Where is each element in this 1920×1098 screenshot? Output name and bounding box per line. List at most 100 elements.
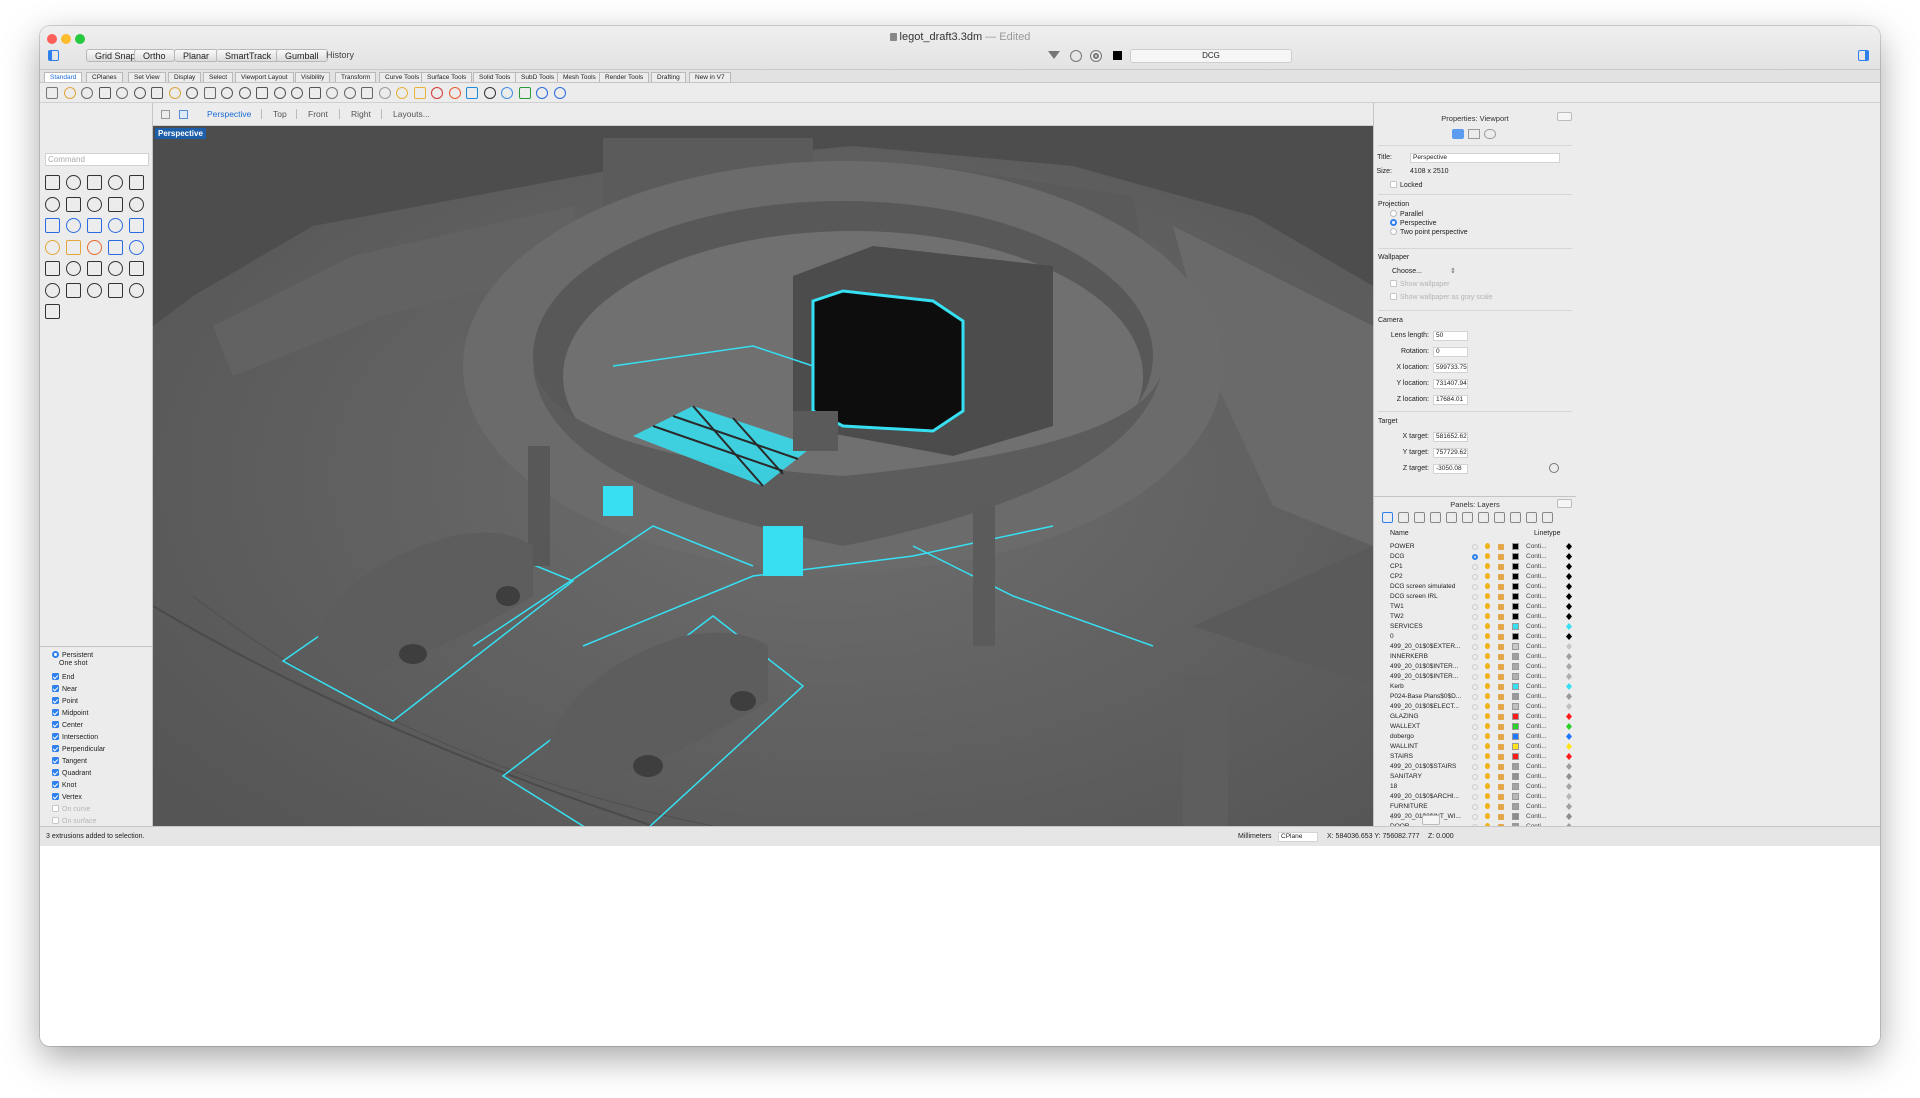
tab-cplanes[interactable]: CPlanes [86,72,123,82]
lens-length-field[interactable]: 50 [1433,331,1468,341]
material-swatch[interactable] [1566,773,1572,780]
scale-icon[interactable] [87,282,102,298]
join-icon[interactable] [108,261,123,276]
cylinder-icon[interactable] [108,218,123,233]
visibility-bulb-icon[interactable] [1485,763,1490,769]
lock-icon[interactable] [1498,574,1504,580]
visibility-bulb-icon[interactable] [1485,583,1490,589]
boolean-union-icon[interactable] [129,239,144,255]
tab-select[interactable]: Select [203,72,234,82]
osnap-toggle[interactable] [52,733,59,740]
layer-row[interactable]: 499_20_01$0$ELECT... Conti... [1374,702,1576,712]
osnap-toggle[interactable] [52,721,59,728]
material-swatch[interactable] [1566,703,1572,710]
paste-icon[interactable] [168,87,181,99]
layer-row[interactable]: FURNITURE Conti... [1374,802,1576,812]
linetype-select[interactable]: Conti... [1526,693,1547,700]
osnap-vertex[interactable]: Vertex [52,793,82,801]
viewport-tab-right[interactable]: Right [351,109,371,119]
rotation-field[interactable]: 0 [1433,347,1468,357]
planar-button[interactable]: Planar [174,49,219,62]
current-layer-radio[interactable] [1472,794,1478,800]
lock-icon[interactable] [1498,684,1504,690]
four-view-icon[interactable] [308,87,321,99]
show-wallpaper-checkbox[interactable]: Show wallpaper [1390,280,1449,288]
parallel-radio[interactable]: Parallel [1390,210,1423,218]
box-edit-icon[interactable] [87,196,102,212]
layer-row[interactable]: INNERKERB Conti... [1374,652,1576,662]
layer-row[interactable]: 499_20_01$0$ARCHI... Conti... [1374,792,1576,802]
linetype-select[interactable]: Conti... [1526,713,1547,720]
layer-color-swatch[interactable] [1512,733,1519,740]
lights-icon[interactable] [413,87,426,99]
material-swatch[interactable] [1566,793,1572,800]
layer-color-swatch[interactable] [1512,793,1519,800]
trim-icon[interactable] [66,261,81,276]
rotate-view-icon[interactable] [221,87,233,99]
locked-checkbox[interactable]: Locked [1390,181,1423,189]
linetype-select[interactable]: Conti... [1526,813,1547,820]
layer-color-swatch[interactable] [1512,623,1519,630]
material-swatch[interactable] [1566,543,1572,550]
lock-icon[interactable] [1498,784,1504,790]
current-layer-radio[interactable] [1472,674,1478,680]
layer-color-swatch[interactable] [1512,663,1519,670]
material-swatch[interactable] [1566,643,1572,650]
linetype-select[interactable]: Conti... [1526,803,1547,810]
osnap-quadrant[interactable]: Quadrant [52,769,91,777]
layer-row[interactable]: POWER Conti... [1374,542,1576,552]
layer-row[interactable]: CP2 Conti... [1374,572,1576,582]
lock-icon[interactable] [1498,614,1504,620]
lock-icon[interactable] [1498,744,1504,750]
viewport-properties-icon[interactable] [1452,129,1464,139]
layer-color-swatch[interactable] [1512,613,1519,620]
layer-settings-icon[interactable] [1422,815,1440,825]
current-layer-radio[interactable] [1472,654,1478,660]
render-icon[interactable] [1510,512,1521,523]
zoom-extents-icon[interactable] [273,87,286,99]
help-icon[interactable] [1462,512,1473,523]
layers-panel-options-icon[interactable] [1557,499,1572,508]
layer-color-swatch[interactable] [1512,713,1519,720]
layer-color-swatch[interactable] [1512,773,1519,780]
polyline-icon[interactable] [87,175,102,190]
viewport-tab-front[interactable]: Front [308,109,328,119]
box-icon[interactable] [66,218,81,233]
visibility-bulb-icon[interactable] [1485,543,1490,549]
zoom-window-icon[interactable] [256,87,268,99]
osnap-toggle[interactable] [52,673,59,680]
perspective-radio[interactable]: Perspective [1390,219,1437,227]
help-icon[interactable] [553,87,566,99]
y-target-field[interactable]: 757729.62 [1433,448,1468,458]
osnap-toggle[interactable] [52,651,59,658]
tab-drafting[interactable]: Drafting [651,72,686,82]
visibility-bulb-icon[interactable] [1485,623,1490,629]
lock-icon[interactable] [1498,594,1504,600]
lock-icon[interactable] [1498,734,1504,740]
layer-row[interactable]: SANITARY Conti... [1374,772,1576,782]
layer-color-swatch[interactable] [1512,703,1519,710]
linetype-select[interactable]: Conti... [1526,583,1547,590]
current-layer-radio[interactable] [1472,704,1478,710]
units-display[interactable]: Millimeters [1238,833,1271,840]
material-swatch[interactable] [1566,803,1572,810]
surface-patch-icon[interactable] [45,218,60,233]
osnap-one-shot[interactable]: One shot [59,660,87,667]
lock-icon[interactable] [1498,654,1504,660]
layer-row[interactable]: WALLEXT Conti... [1374,722,1576,732]
visibility-bulb-icon[interactable] [1485,753,1490,759]
layer-color-swatch[interactable] [1512,693,1519,700]
perspective-viewport[interactable]: Perspective [153,126,1373,826]
panels-toggle-icon[interactable] [1858,50,1869,61]
shade-icon[interactable] [483,87,496,99]
osnap-intersection[interactable]: Intersection [52,733,98,741]
save-icon[interactable] [81,87,93,99]
z-target-field[interactable]: -3050.08 [1433,464,1468,474]
linetype-select[interactable]: Conti... [1526,553,1547,560]
lock-icon[interactable] [1498,624,1504,630]
osnap-near[interactable]: Near [52,685,77,693]
viewport-tab-perspective[interactable]: Perspective [207,109,251,119]
layer-row[interactable]: STAIRS Conti... [1374,752,1576,762]
linetype-select[interactable]: Conti... [1526,643,1547,650]
object-properties-icon[interactable] [518,87,531,99]
